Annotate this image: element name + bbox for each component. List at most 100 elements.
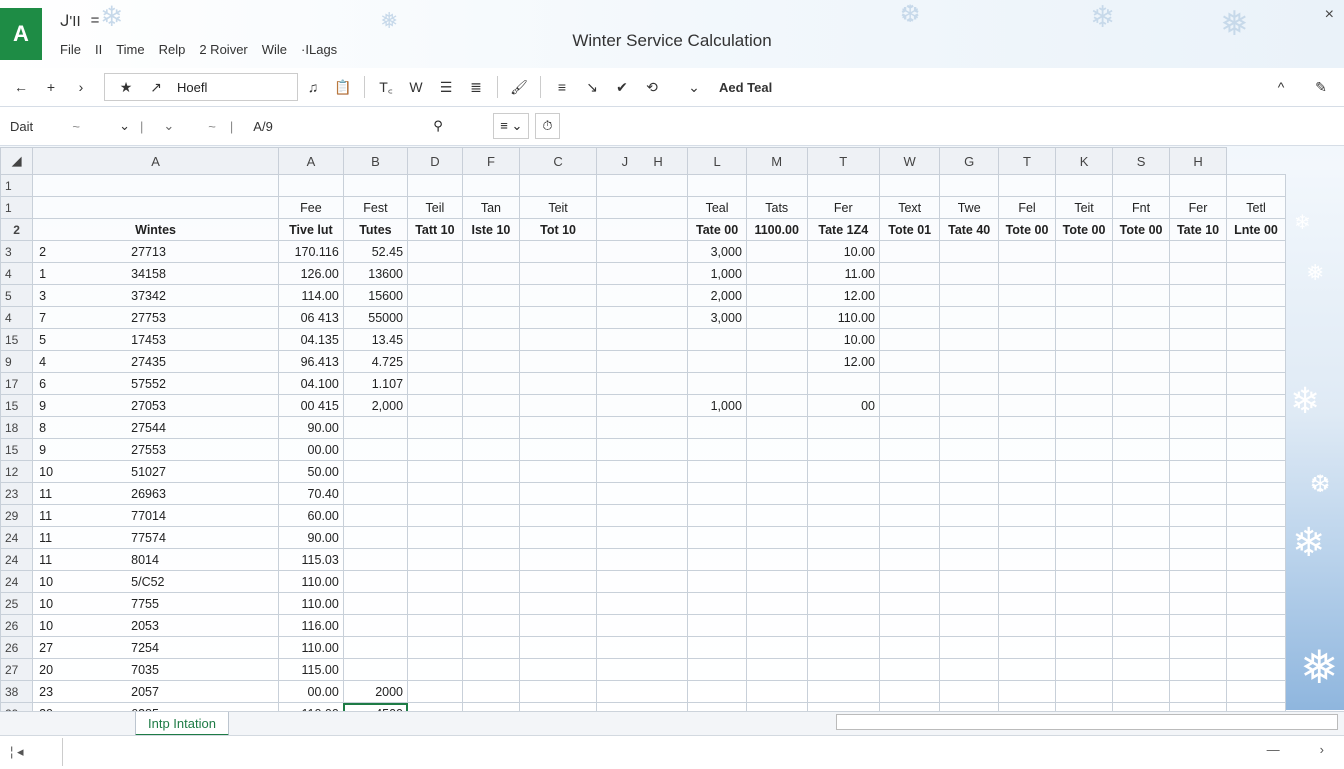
cell[interactable] [596,350,689,373]
cell[interactable]: 10 51027 [32,460,279,483]
cell[interactable] [997,636,1057,659]
cell[interactable] [687,504,747,527]
cell[interactable] [1169,350,1228,373]
cell[interactable] [461,702,521,711]
row-header[interactable]: 15 [0,438,34,461]
row-header[interactable]: 3 [0,240,34,263]
cell[interactable] [687,372,747,395]
cell[interactable]: 11.00 [806,262,881,285]
cell[interactable] [687,526,747,549]
cell[interactable] [407,460,463,483]
cell[interactable] [1112,240,1171,263]
cell[interactable] [939,592,999,615]
cell[interactable] [461,240,521,263]
cell[interactable] [1112,372,1171,395]
history-icon[interactable]: ⏱ [535,113,560,139]
cell[interactable] [1169,592,1228,615]
column-header[interactable]: T [806,147,881,175]
cell[interactable]: 8 27544 [32,416,279,439]
cell[interactable] [342,460,409,483]
cell[interactable] [1055,482,1114,505]
cell[interactable] [596,702,689,711]
cell[interactable] [1055,416,1114,439]
cell[interactable]: 2 27713 [32,240,279,263]
cell[interactable] [461,416,521,439]
cell[interactable] [519,416,598,439]
cell[interactable]: 10 5/C52 [32,570,279,593]
cell[interactable] [878,306,941,329]
cell[interactable] [997,504,1057,527]
cell[interactable] [939,460,999,483]
cell[interactable] [596,284,689,307]
cell[interactable]: 11 8014 [32,548,279,571]
cell[interactable] [939,680,999,703]
cell[interactable] [939,306,999,329]
cell[interactable]: Tot 10 [519,218,598,241]
cell[interactable] [461,636,521,659]
cell[interactable] [519,504,598,527]
cell[interactable] [1112,614,1171,637]
chevron-down-icon[interactable]: ⌄ [679,74,709,100]
cell[interactable] [687,328,747,351]
cell[interactable] [687,460,747,483]
cell[interactable] [1112,592,1171,615]
column-header[interactable]: L [687,147,747,175]
cell[interactable] [1169,658,1228,681]
cell[interactable] [1055,614,1114,637]
cell[interactable] [806,438,881,461]
cell[interactable]: Wintes [32,218,279,241]
cell[interactable] [1226,328,1286,351]
wrap-icon[interactable]: W [401,74,431,100]
cell[interactable] [461,592,521,615]
cell[interactable] [939,240,999,263]
row-header[interactable]: 29 [0,504,34,527]
cell[interactable]: Tan [461,196,521,219]
cell[interactable] [806,482,881,505]
cell[interactable] [939,482,999,505]
cell[interactable] [806,174,881,197]
cell[interactable] [519,548,598,571]
column-header[interactable]: F [461,147,521,175]
cell[interactable] [596,504,689,527]
cell[interactable] [939,394,999,417]
cell[interactable] [878,702,941,711]
column-header[interactable]: H [1169,147,1228,175]
cell[interactable] [806,702,881,711]
cell[interactable] [806,636,881,659]
cell[interactable] [461,394,521,417]
cell[interactable]: Tats [745,196,808,219]
cell[interactable] [1226,526,1286,549]
cell[interactable] [1169,328,1228,351]
row-header[interactable]: 24 [0,570,34,593]
cell[interactable] [687,548,747,571]
cell[interactable] [939,328,999,351]
star-icon[interactable]: ★ [111,74,141,100]
cell[interactable] [461,504,521,527]
cell[interactable] [745,328,808,351]
cell[interactable]: Tutes [342,218,409,241]
cell[interactable]: Tatt 10 [407,218,463,241]
cell[interactable] [1055,306,1114,329]
cell[interactable] [1112,526,1171,549]
cell[interactable] [1226,306,1286,329]
cell[interactable]: 00 [806,394,881,417]
cell[interactable]: Tote 00 [1112,218,1171,241]
cell[interactable] [1112,262,1171,285]
cell[interactable] [1169,306,1228,329]
cell[interactable] [1055,284,1114,307]
cell[interactable] [1055,350,1114,373]
row-header[interactable]: 29 [0,702,34,711]
cell[interactable] [687,680,747,703]
cell[interactable] [461,526,521,549]
cell[interactable] [342,548,409,571]
cell[interactable] [519,394,598,417]
cell[interactable]: 04.135 [278,328,344,351]
cell[interactable]: Fer [806,196,881,219]
nav-left-icon[interactable]: ¦ ◂ [10,744,24,760]
cell[interactable]: 10 7755 [32,592,279,615]
cell[interactable] [1112,328,1171,351]
close-icon[interactable]: × [1325,6,1334,24]
cell[interactable] [806,416,881,439]
cell[interactable] [407,306,463,329]
cell[interactable] [342,658,409,681]
